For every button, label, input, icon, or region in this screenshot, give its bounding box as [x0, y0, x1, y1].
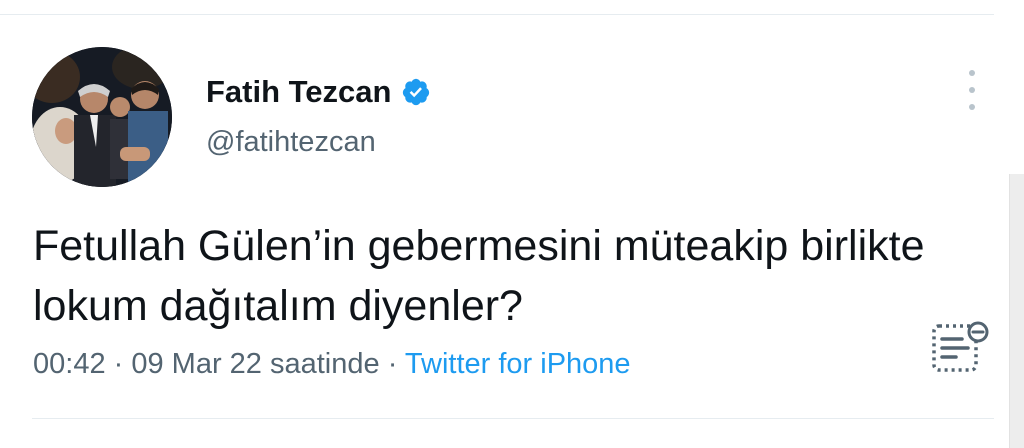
more-dot: [969, 70, 975, 76]
more-dot: [969, 104, 975, 110]
author-name[interactable]: Fatih Tezcan: [206, 74, 391, 110]
meta-separator: ·: [105, 348, 132, 380]
more-dot: [969, 87, 975, 93]
more-options-icon[interactable]: [962, 70, 982, 110]
tweet-analytics-icon[interactable]: [928, 320, 990, 380]
scrollbar[interactable]: [1009, 174, 1024, 448]
tweet-source[interactable]: Twitter for iPhone: [405, 348, 631, 380]
top-divider: [0, 14, 994, 15]
author-name-row[interactable]: Fatih Tezcan: [206, 74, 431, 110]
tweet-time[interactable]: 00:42: [33, 348, 106, 380]
author-handle[interactable]: @fatihtezcan: [206, 126, 376, 159]
bottom-divider: [32, 418, 994, 419]
verified-badge-icon: [401, 77, 431, 107]
tweet-date[interactable]: 09 Mar 22 saatinde: [131, 348, 379, 380]
avatar-photo: [32, 47, 172, 187]
meta-separator: ·: [379, 348, 405, 380]
tweet-text: Fetullah Gülen’in gebermesini müteakip b…: [33, 222, 925, 330]
tweet-metadata: 00:42 · 09 Mar 22 saatinde · Twitter for…: [33, 348, 631, 381]
avatar[interactable]: [32, 47, 172, 187]
